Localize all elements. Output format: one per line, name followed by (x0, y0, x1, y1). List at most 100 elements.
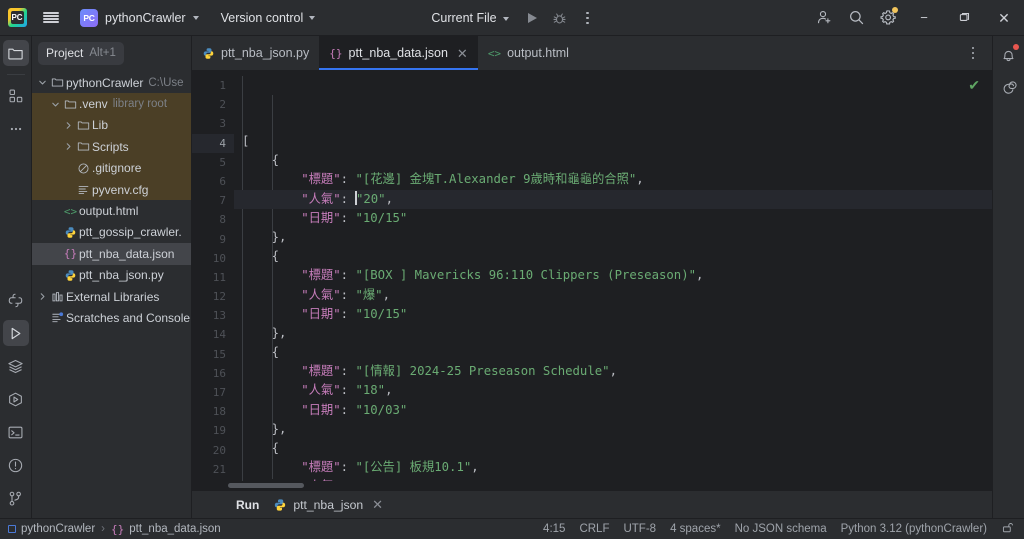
tree-item-scratches-and-console[interactable]: Scratches and Console (32, 307, 191, 328)
settings-button[interactable] (872, 0, 904, 36)
close-icon[interactable]: ✕ (457, 47, 468, 60)
run-button[interactable] (519, 6, 545, 30)
code-token-punc: : (340, 402, 356, 417)
tree-item-label: Scripts (92, 139, 129, 154)
tree-item-ptt-gossip-crawler[interactable]: ptt_gossip_crawler. (32, 222, 191, 243)
search-everywhere-button[interactable] (840, 0, 872, 36)
python-file-icon (275, 498, 286, 511)
chevron-right-icon[interactable] (62, 142, 75, 151)
code-line[interactable]: { (234, 151, 992, 170)
editor-options-button[interactable] (960, 41, 986, 65)
code-line[interactable]: { (234, 247, 992, 266)
line-separator[interactable]: CRLF (579, 523, 609, 535)
code-line[interactable]: [ (234, 132, 992, 151)
close-icon[interactable]: ✕ (372, 498, 383, 511)
account-button[interactable] (808, 0, 840, 36)
unlocked-icon[interactable] (1001, 521, 1014, 537)
tree-item-external-libraries[interactable]: External Libraries (32, 286, 191, 307)
sidebar-item-python-console[interactable] (3, 386, 29, 412)
sidebar-item-structure[interactable] (3, 83, 29, 109)
code-line[interactable]: { (234, 439, 992, 458)
caret-position[interactable]: 4:15 (543, 523, 565, 535)
breadcrumb-file[interactable]: {} ptt_nba_data.json (111, 523, 221, 536)
maximize-window-button[interactable] (944, 0, 984, 36)
code-line[interactable]: "日期": "10/15" (234, 305, 992, 324)
code-line[interactable]: "日期": "10/15" (234, 209, 992, 228)
chevron-right-icon[interactable] (36, 292, 49, 301)
json-schema-status[interactable]: No JSON schema (735, 523, 827, 535)
code-line[interactable]: "標題": "[情報] 2024-25 Preseason Schedule", (234, 362, 992, 381)
sidebar-item-version-control[interactable] (3, 485, 29, 511)
code-editor[interactable]: 12345678910111213141516171819202122 [ { … (192, 70, 992, 481)
status-bar: pythonCrawler › {} ptt_nba_data.json 4:1… (0, 518, 1024, 539)
code-content[interactable]: [ { "標題": "[花邊] 金塊T.Alexander 9歲時和龜龜的合照"… (234, 70, 992, 481)
tree-item-pythoncrawler[interactable]: pythonCrawler C:\Use (32, 72, 191, 93)
indent-setting[interactable]: 4 spaces* (670, 523, 721, 535)
chevron-right-icon[interactable] (62, 121, 75, 130)
tree-item-output-html[interactable]: <> output.html (32, 200, 191, 221)
close-window-button[interactable]: ✕ (984, 0, 1024, 36)
chevron-down-icon[interactable] (36, 78, 49, 87)
project-file-tree[interactable]: pythonCrawler C:\Use .venv library root Lib S… (32, 70, 191, 329)
code-token-punc (242, 307, 301, 321)
run-session-tab[interactable]: ptt_nba_json ✕ (273, 498, 383, 512)
editor-tab-output-html[interactable]: <> output.html (478, 36, 579, 70)
breadcrumb-project[interactable]: pythonCrawler (8, 523, 95, 535)
tree-item-ptt-nba-data-json[interactable]: {} ptt_nba_data.json (32, 243, 191, 265)
code-line[interactable]: }, (234, 228, 992, 247)
sidebar-item-python-packages[interactable] (3, 287, 29, 313)
code-line[interactable]: "人氣": "20", (234, 189, 992, 209)
titlebar-right-group: − ✕ (808, 0, 1024, 35)
tree-item-label: pythonCrawler (66, 75, 144, 90)
python-file-icon (62, 269, 79, 282)
line-number-gutter[interactable]: 12345678910111213141516171819202122 (192, 70, 234, 481)
code-line[interactable]: "人氣": "爆", (234, 286, 992, 305)
code-line[interactable]: { (234, 343, 992, 362)
tree-item-ptt-nba-json-py[interactable]: ptt_nba_json.py (32, 265, 191, 286)
code-line[interactable]: }, (234, 324, 992, 343)
main-menu-button[interactable] (34, 0, 68, 36)
sidebar-item-more-tool-windows[interactable] (3, 116, 29, 142)
sidebar-item-run[interactable] (2, 320, 29, 346)
run-configuration-label: Current File (431, 11, 497, 25)
version-control-selector[interactable]: Version control (213, 6, 324, 30)
inspection-status-icon[interactable]: ✔ (968, 78, 980, 92)
editor-horizontal-scrollbar[interactable] (192, 481, 992, 490)
run-configuration-selector[interactable]: Current File (423, 6, 516, 30)
more-run-options-button[interactable] (575, 6, 601, 30)
editor-tab-ptt-nba-data-json[interactable]: {} ptt_nba_data.json ✕ (319, 36, 478, 70)
code-line[interactable]: "人氣": "18", (234, 381, 992, 400)
tree-item-scripts[interactable]: Scripts (32, 136, 191, 158)
sidebar-item-problems[interactable] (3, 452, 29, 478)
tree-item-pyvenv-cfg[interactable]: pyvenv.cfg (32, 178, 191, 201)
problems-icon (8, 458, 23, 472)
code-line[interactable]: }, (234, 420, 992, 439)
json-file-icon: {} (111, 522, 125, 536)
ai-assistant-button[interactable] (996, 75, 1022, 101)
sidebar-item-terminal[interactable] (3, 419, 29, 445)
project-panel-tab[interactable]: Project Alt+1 (38, 41, 124, 65)
sidebar-item-services[interactable] (3, 353, 29, 379)
breadcrumb-project-label: pythonCrawler (21, 523, 96, 535)
editor-tab-ptt-nba-json-py[interactable]: ptt_nba_json.py (192, 36, 319, 70)
python-interpreter[interactable]: Python 3.12 (pythonCrawler) (841, 523, 987, 535)
scrollbar-thumb[interactable] (228, 483, 304, 488)
debug-button[interactable] (547, 6, 573, 30)
code-line[interactable]: "日期": "10/03" (234, 401, 992, 420)
tree-item-venv[interactable]: .venv library root (32, 93, 191, 115)
tree-item-label: External Libraries (66, 289, 160, 304)
tree-item-lib[interactable]: Lib (32, 114, 191, 137)
file-encoding[interactable]: UTF-8 (623, 523, 656, 535)
code-line[interactable]: "標題": "[BOX ] Mavericks 96:110 Clippers … (234, 266, 992, 285)
tree-item-gitignore[interactable]: .gitignore (32, 157, 191, 179)
code-line[interactable]: "標題": "[公告] 板規10.1", (234, 458, 992, 477)
project-selector[interactable]: PC pythonCrawler (72, 6, 207, 30)
chevron-down-icon[interactable] (49, 100, 62, 109)
app-logo-button[interactable]: PC (0, 0, 34, 36)
ai-assistant-icon (1003, 80, 1017, 94)
code-line[interactable]: "標題": "[花邊] 金塊T.Alexander 9歲時和龜龜的合照", (234, 170, 992, 189)
minimize-window-button[interactable]: − (904, 0, 944, 36)
notifications-button[interactable] (996, 42, 1022, 68)
sidebar-item-project[interactable] (2, 40, 29, 66)
line-number: 5 (219, 155, 226, 169)
